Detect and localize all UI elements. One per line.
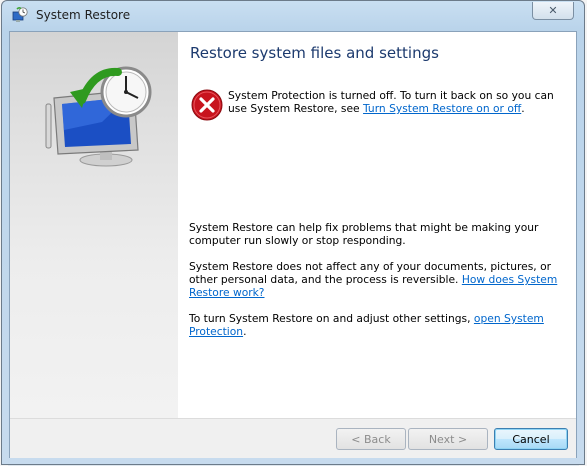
back-button[interactable]: < Back xyxy=(336,428,406,450)
close-button[interactable]: ✕ xyxy=(532,2,574,20)
turn-system-restore-link[interactable]: Turn System Restore on or off xyxy=(363,102,521,115)
cancel-button[interactable]: Cancel xyxy=(494,428,568,450)
window-title: System Restore xyxy=(36,8,131,22)
protection-off-message: System Protection is turned off. To turn… xyxy=(228,89,568,115)
dialog-footer: < Back Next > Cancel xyxy=(10,418,576,458)
title-bar[interactable]: System Restore ✕ xyxy=(2,1,584,31)
error-icon xyxy=(191,89,223,121)
description-paragraph-2: System Restore does not affect any of yo… xyxy=(189,260,569,299)
close-icon: ✕ xyxy=(548,4,558,17)
system-restore-icon xyxy=(12,7,28,22)
main-content-panel: Restore system files and settings System… xyxy=(178,32,576,418)
left-illustration-panel xyxy=(10,32,178,418)
description-paragraph-3: To turn System Restore on and adjust oth… xyxy=(189,312,569,338)
paragraph-3-text: To turn System Restore on and adjust oth… xyxy=(189,312,474,325)
monitor-clock-illustration xyxy=(45,66,152,167)
paragraph-3-end: . xyxy=(243,325,247,338)
error-text-end: . xyxy=(521,102,525,115)
dialog-client-area: Restore system files and settings System… xyxy=(9,31,577,458)
system-restore-window: System Restore ✕ Restore system files an… xyxy=(1,0,585,465)
page-heading: Restore system files and settings xyxy=(190,44,439,62)
next-button[interactable]: Next > xyxy=(408,428,488,450)
description-paragraph-1: System Restore can help fix problems tha… xyxy=(189,221,539,247)
